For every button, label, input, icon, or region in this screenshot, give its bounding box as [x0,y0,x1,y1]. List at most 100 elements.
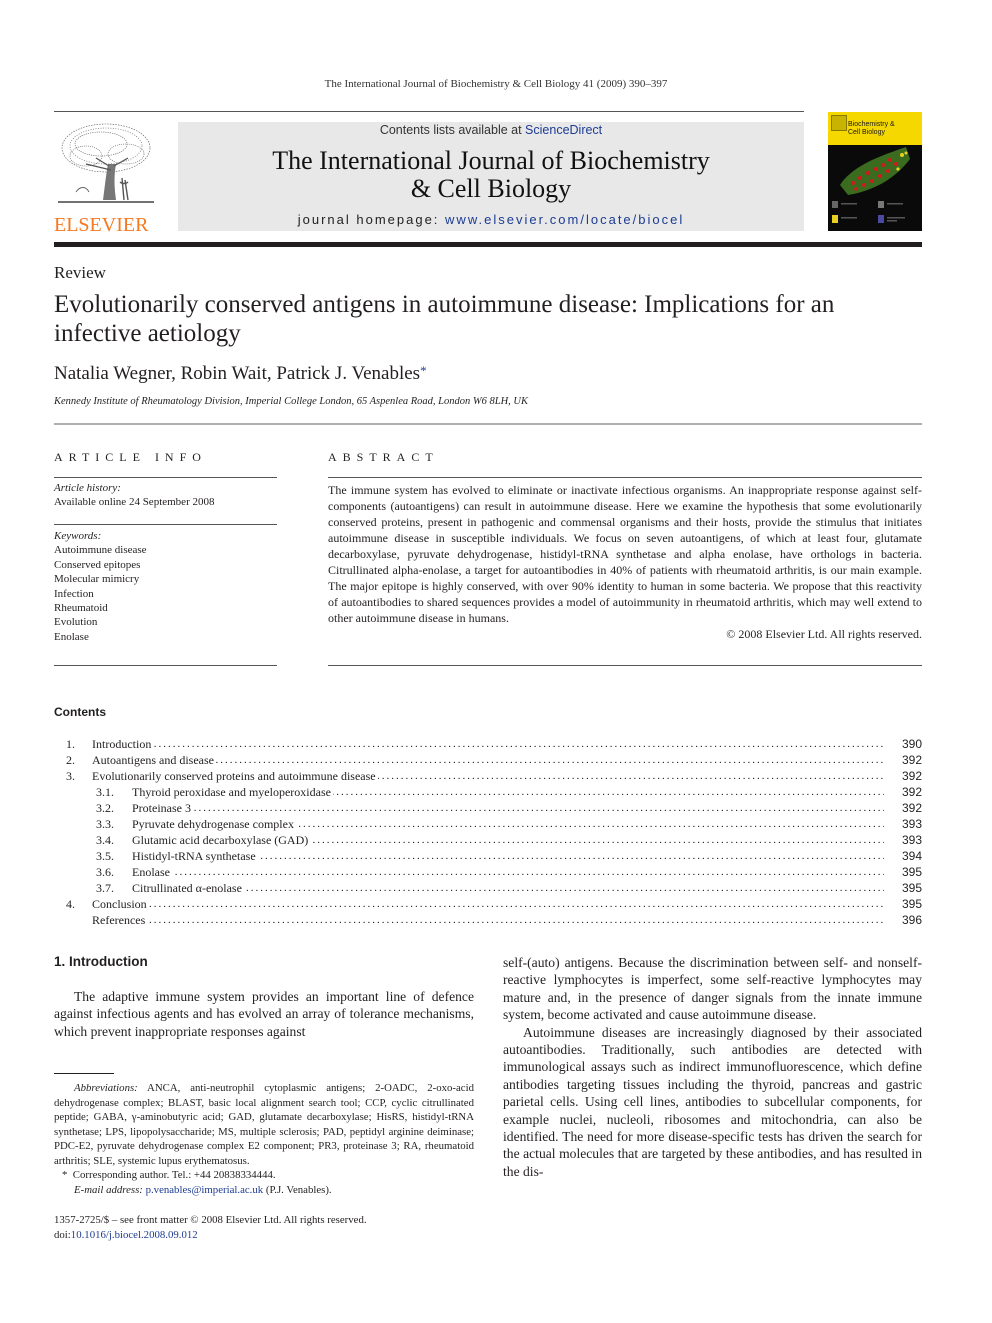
toc-entry-number: 3.7. [96,881,114,895]
running-head: The International Journal of Biochemistr… [324,78,668,90]
elsevier-logo[interactable]: ELSEVIER [54,120,160,235]
front-matter-text: 1357-2725/$ – see front matter © 2008 El… [54,1214,367,1226]
email-footnote: E-mail address: p.venables@imperial.ac.u… [54,1183,474,1198]
homepage-link[interactable]: www.elsevier.com/locate/biocel [445,212,684,227]
journal-title: The International Journal of Biochemistr… [178,147,804,203]
cover-header: Biochemistry & Cell Biology [828,112,922,145]
toc-leader-dots: ........................................… [132,802,884,814]
toc-entry-label[interactable]: Pyruvate dehydrogenase complex [132,816,296,832]
toc-entry-number: 3.6. [96,865,114,879]
journal-cover-thumbnail[interactable]: Biochemistry & Cell Biology [828,112,922,231]
contents-heading: Contents [54,705,106,719]
homepage-prefix: journal homepage: [297,212,446,227]
toc-entry-page[interactable]: 392 [892,800,922,816]
toc-entry-label[interactable]: Enolase [132,864,172,880]
toc-entry-number: 3.3. [96,817,114,831]
toc-entry[interactable]: 3.6.....................................… [54,864,922,880]
toc-entry[interactable]: 3.5.....................................… [54,848,922,864]
table-of-contents: 1.......................................… [54,736,922,928]
toc-entry-page[interactable]: 390 [892,736,922,752]
toc-leader-dots: ........................................… [132,866,884,878]
toc-entry-label[interactable]: Citrullinated α-enolase [132,880,244,896]
toc-entry[interactable]: 3.1.....................................… [54,784,922,800]
toc-entry-number: 3.2. [96,801,114,815]
toc-entry-label[interactable]: References [92,912,148,928]
article-info-heading: ARTICLE INFO [54,450,207,464]
toc-entry-page[interactable]: 392 [892,784,922,800]
toc-leader-dots: ........................................… [132,882,884,894]
toc-entry-number: 3.4. [96,833,114,847]
cover-logo-icon [831,115,847,131]
toc-entry-label[interactable]: Glutamic acid decarboxylase (GAD) [132,832,311,848]
keyword: Autoimmune disease [54,544,147,557]
toc-entry[interactable]: 1.......................................… [54,736,922,752]
toc-entry-page[interactable]: 396 [892,912,922,928]
toc-entry-page[interactable]: 395 [892,864,922,880]
email-label: E-mail address: [74,1183,143,1196]
abstract-text: The immune system has evolved to elimina… [328,483,922,625]
intro-paragraph-1-cont: self-(auto) antigens. Because the discri… [503,955,922,1023]
toc-entry[interactable]: 3.4.....................................… [54,832,922,848]
toc-entry-number: 1. [66,737,75,751]
introduction-heading: 1. Introduction [54,954,148,969]
toc-entry-label[interactable]: Autoantigens and disease [92,752,216,768]
article-history-label: Article history: [54,482,121,494]
sciencedirect-link[interactable]: ScienceDirect [525,123,602,137]
article-history-value: Available online 24 September 2008 [54,496,215,509]
toc-leader-dots: ........................................… [92,914,884,926]
toc-entry-label[interactable]: Introduction [92,736,154,752]
toc-entry-label[interactable]: Conclusion [92,896,149,912]
keyword: Infection [54,587,94,600]
toc-entry-number: 3. [66,769,75,783]
doi-line: doi:10.1016/j.biocel.2008.09.012 [54,1228,494,1243]
keyword: Rheumatoid [54,602,108,615]
abstract-copyright: © 2008 Elsevier Ltd. All rights reserved… [726,627,922,641]
toc-entry-page[interactable]: 393 [892,816,922,832]
journal-title-line2: & Cell Biology [410,174,572,203]
abstract-rule [328,477,922,478]
toc-entry-number: 3.5. [96,849,114,863]
intro-paragraph-2: Autoimmune diseases are increasingly dia… [503,1024,922,1179]
toc-entry-label[interactable]: Histidyl-tRNA synthetase [132,848,258,864]
article-info-end-rule [54,665,277,666]
elsevier-tree-icon [58,123,154,203]
corresponding-author-marker[interactable]: * [420,363,427,378]
toc-entry[interactable]: 3.......................................… [54,768,922,784]
journal-title-line1: The International Journal of Biochemistr… [272,146,710,175]
article-history: Article history: Available online 24 Sep… [54,481,277,510]
email-link[interactable]: p.venables@imperial.ac.uk [146,1184,264,1196]
keywords-rule [54,524,277,525]
toc-entry[interactable]: 4.......................................… [54,896,922,912]
toc-entry-page[interactable]: 392 [892,752,922,768]
abstract-heading: ABSTRACT [328,450,439,464]
corresponding-author-text: Corresponding author. Tel.: +44 20838334… [72,1169,276,1181]
affiliation: Kennedy Institute of Rheumatology Divisi… [54,396,529,407]
toc-entry-label[interactable]: Proteinase 3 [132,800,193,816]
toc-leader-dots: ........................................… [92,898,884,910]
toc-entry-number: 2. [66,753,75,767]
toc-entry[interactable]: ........................................… [54,912,922,928]
abbreviations-text: ANCA, anti-neutrophil cytoplasmic antige… [54,1082,474,1167]
keyword: Evolution [54,616,98,629]
intro-paragraph-1-left: The adaptive immune system provides an i… [54,989,474,1039]
cover-title: Biochemistry & Cell Biology [848,121,895,137]
corresponding-author-footnote: * Corresponding author. Tel.: +44 208383… [54,1168,474,1183]
toc-entry-label[interactable]: Thyroid peroxidase and myeloperoxidase [132,784,333,800]
doi-link[interactable]: 10.1016/j.biocel.2008.09.012 [71,1229,198,1241]
toc-entry-page[interactable]: 392 [892,768,922,784]
toc-entry-page[interactable]: 395 [892,880,922,896]
masthead-divider [54,242,922,247]
abbreviations-label: Abbreviations: [74,1082,138,1094]
cover-title-line2: Cell Biology [848,129,885,136]
keyword: Molecular mimicry [54,573,140,586]
toc-entry-page[interactable]: 393 [892,832,922,848]
toc-entry[interactable]: 3.7.....................................… [54,880,922,896]
header-rule [54,111,804,112]
toc-entry-page[interactable]: 395 [892,896,922,912]
toc-entry[interactable]: 3.2.....................................… [54,800,922,816]
toc-entry[interactable]: 2.......................................… [54,752,922,768]
toc-entry-page[interactable]: 394 [892,848,922,864]
toc-entry[interactable]: 3.3.....................................… [54,816,922,832]
keyword: Conserved epitopes [54,558,141,571]
toc-entry-label[interactable]: Evolutionarily conserved proteins and au… [92,768,378,784]
